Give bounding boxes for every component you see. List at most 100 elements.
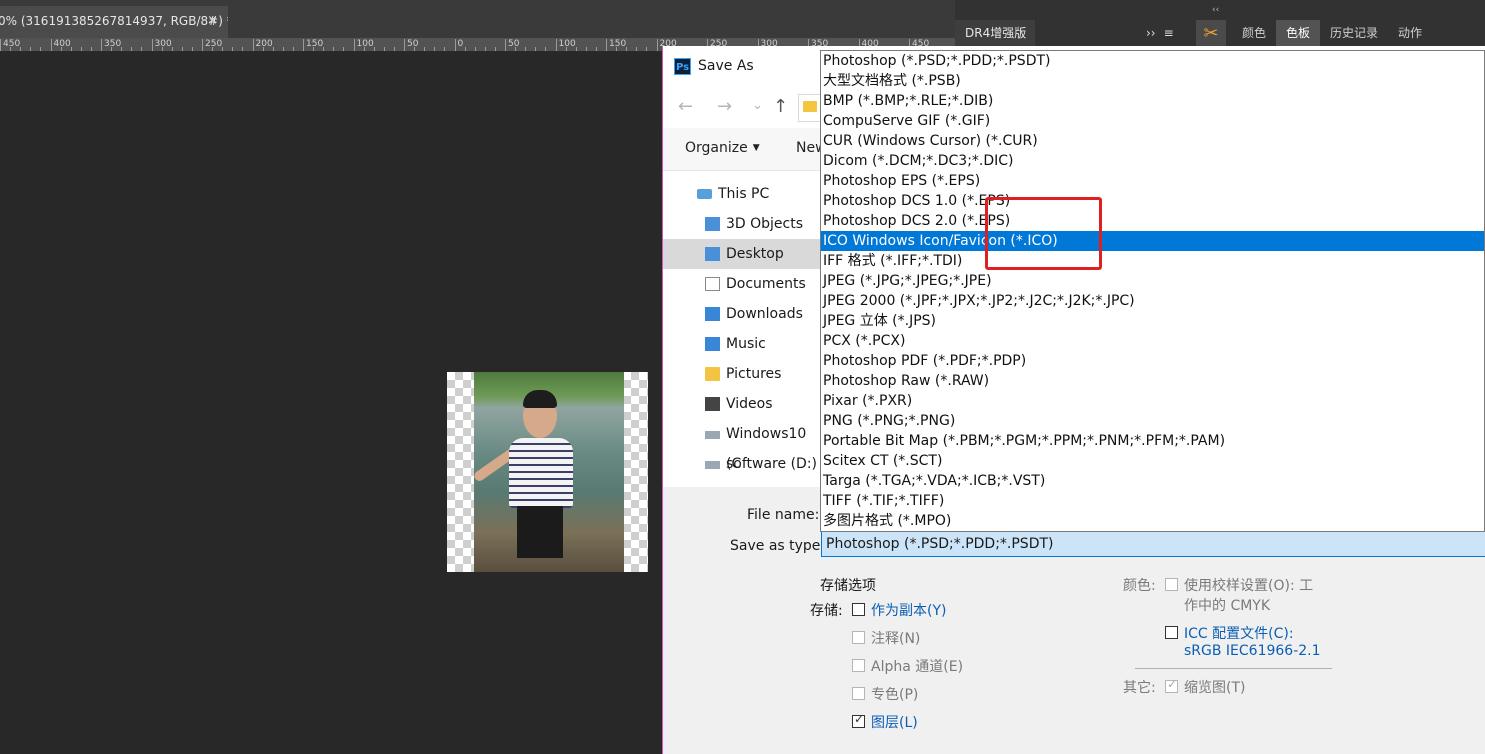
ruler-tick xyxy=(151,39,153,51)
layers-checkbox[interactable]: ✓ xyxy=(852,712,865,728)
save-as-type-label: Save as type: xyxy=(730,538,826,554)
tree-item[interactable]: Videos xyxy=(663,389,823,419)
ruler-label: 350 xyxy=(104,39,122,49)
navigation-tree: This PC 3D Objects Desktop Documents Downloa… xyxy=(663,171,823,487)
proof-setup-checkbox xyxy=(1165,578,1178,591)
file-type-option[interactable]: IFF 格式 (*.IFF;*.TDI) xyxy=(821,251,1484,271)
ruler-tick xyxy=(181,47,183,51)
tree-item[interactable]: software (D:) xyxy=(663,449,823,479)
file-type-option[interactable]: Photoshop EPS (*.EPS) xyxy=(821,171,1484,191)
ruler-tick xyxy=(444,47,446,51)
file-type-option[interactable]: Photoshop (*.PSD;*.PDD;*.PSDT) xyxy=(821,51,1484,71)
ruler-tick xyxy=(212,47,214,51)
file-type-option[interactable]: JPEG 立体 (*.JPS) xyxy=(821,311,1484,331)
file-type-option[interactable]: CUR (Windows Cursor) (*.CUR) xyxy=(821,131,1484,151)
ruler-tick xyxy=(474,47,476,51)
tree-item[interactable]: Documents xyxy=(663,269,823,299)
tree-item-label: 3D Objects xyxy=(726,216,804,232)
tree-item-label: software (D:) xyxy=(726,456,817,472)
brush-tool-icon[interactable]: ✂ xyxy=(1196,20,1226,48)
tree-item[interactable]: Downloads xyxy=(663,299,823,329)
ruler-tick xyxy=(232,47,234,51)
thumbnail-label: 缩览图(T) xyxy=(1184,680,1246,696)
ruler-tick xyxy=(40,47,42,51)
ruler-tick xyxy=(80,47,82,51)
file-type-option[interactable]: PNG (*.PNG;*.PNG) xyxy=(821,411,1484,431)
panel-tab-dr4[interactable]: DR4增强版 xyxy=(955,20,1035,46)
tree-item[interactable]: Windows10 (C xyxy=(663,419,823,472)
file-type-option[interactable]: JPEG (*.JPG;*.JPEG;*.JPE) xyxy=(821,271,1484,291)
file-type-option[interactable]: Photoshop DCS 2.0 (*.EPS) xyxy=(821,211,1484,231)
layers-label[interactable]: 图层(L) xyxy=(871,712,918,732)
other-label: 其它: xyxy=(1123,680,1156,696)
file-type-option[interactable]: TIFF (*.TIF;*.TIFF) xyxy=(821,491,1484,511)
ruler-tick xyxy=(20,47,22,51)
file-type-option[interactable]: JPEG 2000 (*.JPF;*.JPX;*.JP2;*.J2C;*.J2K… xyxy=(821,291,1484,311)
as-copy-checkbox[interactable] xyxy=(852,603,865,616)
up-arrow-icon[interactable]: ↑ xyxy=(773,96,788,117)
tree-item[interactable]: This PC xyxy=(663,179,823,209)
ruler-label: 150 xyxy=(306,39,324,49)
panel-menu-icon[interactable]: ≡ xyxy=(1164,26,1174,40)
tree-item[interactable]: Music xyxy=(663,329,823,359)
recent-locations-icon[interactable]: ⌄ xyxy=(752,98,763,113)
options-divider xyxy=(1135,668,1332,669)
ruler-tick xyxy=(515,47,517,51)
document-tab-bar: 0% (316191385267814937, RGB/8#) * × xyxy=(0,0,955,38)
tab-swatches[interactable]: 色板 xyxy=(1276,20,1321,46)
spot-colors-label: 专色(P) xyxy=(871,687,919,703)
tree-item[interactable]: Desktop xyxy=(663,239,823,269)
ruler-tick xyxy=(252,39,254,51)
save-as-type-select[interactable]: Photoshop (*.PSD;*.PDD;*.PSDT) xyxy=(821,531,1485,557)
ruler-tick xyxy=(111,47,113,51)
file-type-option[interactable]: Photoshop Raw (*.RAW) xyxy=(821,371,1484,391)
file-type-option[interactable]: Portable Bit Map (*.PBM;*.PGM;*.PPM;*.PN… xyxy=(821,431,1484,451)
3d-objects-icon xyxy=(705,217,720,231)
ruler-tick xyxy=(505,39,506,51)
as-copy-label[interactable]: 作为副本(Y) xyxy=(871,600,946,620)
icc-profile-checkbox[interactable] xyxy=(1165,626,1178,639)
file-type-option[interactable]: Scitex CT (*.SCT) xyxy=(821,451,1484,471)
file-type-option[interactable]: CompuServe GIF (*.GIF) xyxy=(821,111,1484,131)
ruler-tick xyxy=(383,47,385,51)
tab-color[interactable]: 颜色 xyxy=(1232,20,1276,46)
file-type-option[interactable]: 大型文档格式 (*.PSB) xyxy=(821,71,1484,91)
file-type-option[interactable]: BMP (*.BMP;*.RLE;*.DIB) xyxy=(821,91,1484,111)
file-type-option[interactable]: Targa (*.TGA;*.VDA;*.ICB;*.VST) xyxy=(821,471,1484,491)
ruler-tick xyxy=(565,47,567,51)
tab-history[interactable]: 历史记录 xyxy=(1320,20,1388,46)
organize-button[interactable]: Organize ▼ xyxy=(685,140,760,156)
collapse-panels-icon[interactable]: ‹‹ xyxy=(1212,5,1219,15)
forward-arrow-icon[interactable]: → xyxy=(717,96,732,117)
file-type-option[interactable]: PCX (*.PCX) xyxy=(821,331,1484,351)
ruler-label: 450 xyxy=(3,39,21,49)
ruler-label: 0 xyxy=(457,39,464,49)
file-type-option[interactable]: ICO Windows Icon/Favicon (*.ICO) xyxy=(821,231,1484,251)
ruler-tick xyxy=(313,47,315,51)
icc-profile-label[interactable]: ICC 配置文件(C): xyxy=(1184,623,1294,643)
tree-item-label: Pictures xyxy=(726,366,782,382)
document-tab[interactable]: 0% (316191385267814937, RGB/8#) * × xyxy=(0,6,228,38)
ruler-tick xyxy=(484,47,486,51)
file-type-option[interactable]: Dicom (*.DCM;*.DC3;*.DIC) xyxy=(821,151,1484,171)
tree-item[interactable]: Pictures xyxy=(663,359,823,389)
annotations-label: 注释(N) xyxy=(871,631,921,647)
close-tab-icon[interactable]: × xyxy=(207,6,218,36)
checkmark-icon: ✓ xyxy=(854,712,865,726)
file-type-option[interactable]: Photoshop PDF (*.PDF;*.PDP) xyxy=(821,351,1484,371)
expand-panel-icon[interactable]: ›› xyxy=(1146,26,1156,40)
file-type-option[interactable]: Pixar (*.PXR) xyxy=(821,391,1484,411)
ruler-tick xyxy=(303,39,304,51)
tab-actions[interactable]: 动作 xyxy=(1388,20,1432,46)
file-type-option[interactable]: 多图片格式 (*.MPO) xyxy=(821,511,1484,531)
pictures-icon xyxy=(705,367,720,381)
tree-item[interactable]: 3D Objects xyxy=(663,209,823,239)
ruler-label: 300 xyxy=(154,39,172,49)
file-name-label: File name: xyxy=(747,507,820,523)
ruler-tick xyxy=(90,47,92,51)
back-arrow-icon[interactable]: ← xyxy=(678,96,693,117)
file-type-option[interactable]: Photoshop DCS 1.0 (*.EPS) xyxy=(821,191,1484,211)
drive-icon xyxy=(705,461,720,469)
proof-setup-label: 使用校样设置(O): 工 xyxy=(1184,578,1314,594)
file-type-dropdown-list: Photoshop (*.PSD;*.PDD;*.PSDT) 大型文档格式 (*.… xyxy=(820,50,1485,532)
